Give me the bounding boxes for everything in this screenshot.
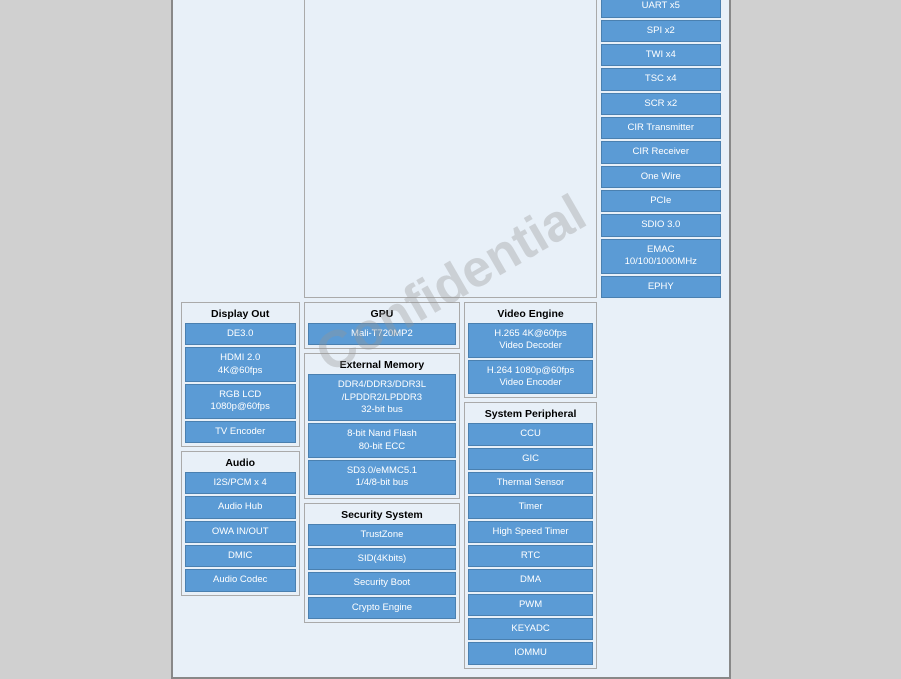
sys-peripheral-title: System Peripheral <box>468 406 593 423</box>
keyadc-box: KEYADC <box>468 618 593 640</box>
sd-emmc-box: SD3.0/eMMC5.11/4/8-bit bus <box>308 460 456 495</box>
gpu-section: GPU Mali-T720MP2 <box>304 302 460 349</box>
video-engine-section: Video Engine H.265 4K@60fpsVideo Decoder… <box>464 302 597 398</box>
nand-flash-box: 8-bit Nand Flash80-bit ECC <box>308 423 456 458</box>
ddr-box: DDR4/DDR3/DDR3L/LPDDR2/LPDDR332-bit bus <box>308 374 456 421</box>
tsc-box: TSC x4 <box>601 68 720 90</box>
security-title: Security System <box>308 507 456 524</box>
iommu-box: IOMMU <box>468 642 593 664</box>
uart-box: UART x5 <box>601 0 720 18</box>
video-engine-title: Video Engine <box>468 306 593 323</box>
trustzone-box: TrustZone <box>308 524 456 546</box>
sys-peripheral-section: System Peripheral CCU GIC Thermal Sensor… <box>464 402 597 668</box>
ext-mem-title: External Memory <box>308 357 456 374</box>
owa-box: OWA IN/OUT <box>185 521 296 543</box>
dma-box: DMA <box>468 569 593 591</box>
ephy-box: EPHY <box>601 276 720 298</box>
sdio-box: SDIO 3.0 <box>601 214 720 236</box>
hdmi-box: HDMI 2.04K@60fps <box>185 347 296 382</box>
dmic-box: DMIC <box>185 545 296 567</box>
image-in-section: Image In Parallel CSI10-bit bus5M pixel <box>181 0 300 298</box>
display-out-title: Display Out <box>185 306 296 323</box>
middle-right-column: Video Engine H.265 4K@60fpsVideo Decoder… <box>464 302 597 669</box>
chip-diagram: Confidential Image In Parallel CSI10-bit… <box>171 0 731 679</box>
pcie-box: PCIe <box>601 190 720 212</box>
i2s-pcm-box: I2S/PCM x 4 <box>185 472 296 494</box>
gpu-title: GPU <box>308 306 456 323</box>
rgb-lcd-box: RGB LCD1080p@60fps <box>185 384 296 419</box>
rtc-box: RTC <box>468 545 593 567</box>
emac-box: EMAC10/100/1000MHz <box>601 239 720 274</box>
tv-encoder-box: TV Encoder <box>185 421 296 443</box>
scr-box: SCR x2 <box>601 93 720 115</box>
one-wire-box: One Wire <box>601 166 720 188</box>
security-boot-box: Security Boot <box>308 572 456 594</box>
middle-left-column: GPU Mali-T720MP2 External Memory DDR4/DD… <box>304 302 460 669</box>
gic-box: GIC <box>468 448 593 470</box>
audio-section: Audio I2S/PCM x 4 Audio Hub OWA IN/OUT D… <box>181 451 300 596</box>
connectivity-spacer <box>601 302 720 669</box>
timer-box: Timer <box>468 496 593 518</box>
audio-title: Audio <box>185 455 296 472</box>
sid-box: SID(4Kbits) <box>308 548 456 570</box>
crypto-engine-box: Crypto Engine <box>308 597 456 619</box>
pwm-box: PWM <box>468 594 593 616</box>
security-section: Security System TrustZone SID(4Kbits) Se… <box>304 503 460 623</box>
audio-codec-box: Audio Codec <box>185 569 296 591</box>
arm-section: ARM Cortex™-A53 Quad-core I cache32KB D … <box>304 0 597 298</box>
twi-box: TWI x4 <box>601 44 720 66</box>
cir-tx-box: CIR Transmitter <box>601 117 720 139</box>
ccu-box: CCU <box>468 423 593 445</box>
h264-box: H.264 1080p@60fpsVideo Encoder <box>468 360 593 395</box>
mali-box: Mali-T720MP2 <box>308 323 456 345</box>
thermal-sensor-box: Thermal Sensor <box>468 472 593 494</box>
audio-hub-box: Audio Hub <box>185 496 296 518</box>
h265-box: H.265 4K@60fpsVideo Decoder <box>468 323 593 358</box>
connectivity-section: Connectivity USB2.0 OTG USB2.0 HOST USB3… <box>601 0 720 298</box>
high-speed-timer-box: High Speed Timer <box>468 521 593 543</box>
de30-box: DE3.0 <box>185 323 296 345</box>
cir-rx-box: CIR Receiver <box>601 141 720 163</box>
ext-mem-section: External Memory DDR4/DDR3/DDR3L/LPDDR2/L… <box>304 353 460 498</box>
left-column: Display Out DE3.0 HDMI 2.04K@60fps RGB L… <box>181 302 300 669</box>
display-out-section: Display Out DE3.0 HDMI 2.04K@60fps RGB L… <box>181 302 300 447</box>
spi-box: SPI x2 <box>601 20 720 42</box>
